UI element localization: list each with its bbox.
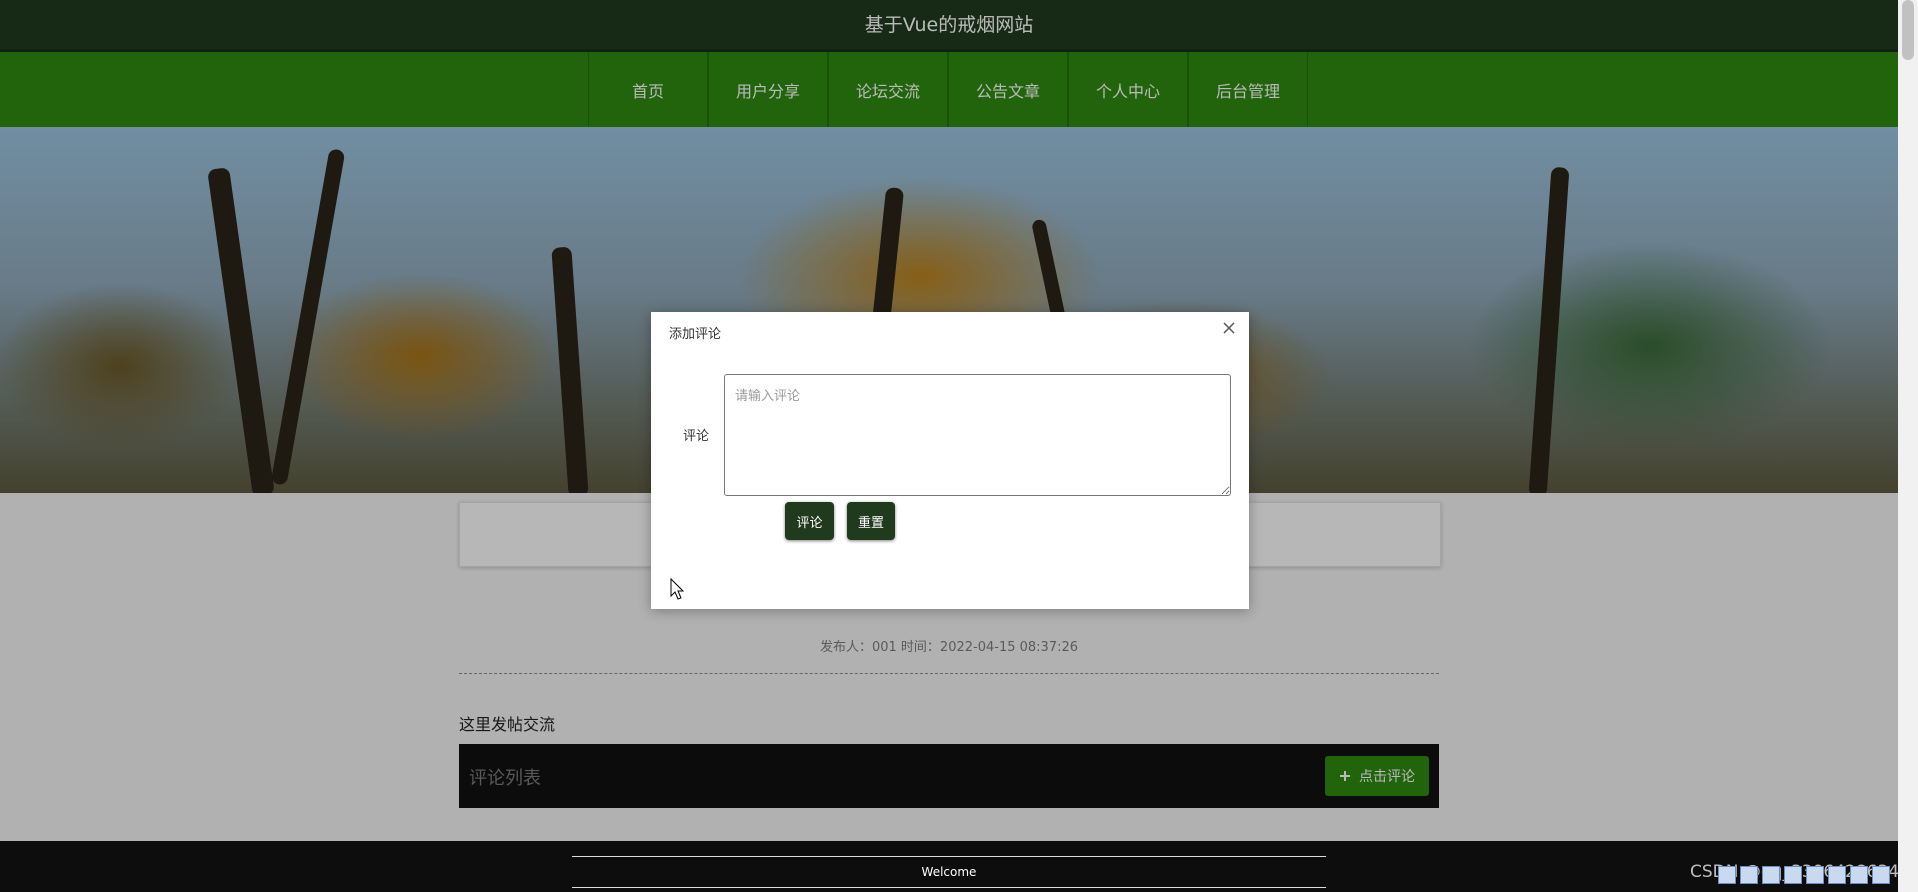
footer: Welcome (0, 841, 1898, 892)
reset-button[interactable]: 重置 (847, 502, 895, 540)
submit-comment-button[interactable]: 评论 (785, 502, 834, 540)
tray-icon[interactable] (1828, 866, 1846, 884)
cursor-icon (670, 578, 684, 600)
tray-icon[interactable] (1806, 866, 1824, 884)
vertical-scrollbar[interactable] (1898, 0, 1918, 892)
tray-icon[interactable] (1872, 866, 1890, 884)
dialog-title: 添加评论 (669, 327, 722, 342)
footer-welcome: Welcome (572, 856, 1326, 888)
add-comment-dialog: 添加评论 评论 评论 重置 (651, 312, 1249, 609)
tray-icon[interactable] (1718, 866, 1736, 884)
tray-icon[interactable] (1784, 866, 1802, 884)
close-icon[interactable] (1221, 320, 1237, 336)
scrollbar-thumb[interactable] (1902, 0, 1914, 60)
system-tray (1718, 866, 1890, 890)
tray-icon[interactable] (1850, 866, 1868, 884)
comment-label: 评论 (683, 429, 710, 444)
comment-textarea[interactable] (724, 374, 1231, 496)
tray-icon[interactable] (1740, 866, 1758, 884)
tray-icon[interactable] (1762, 866, 1780, 884)
